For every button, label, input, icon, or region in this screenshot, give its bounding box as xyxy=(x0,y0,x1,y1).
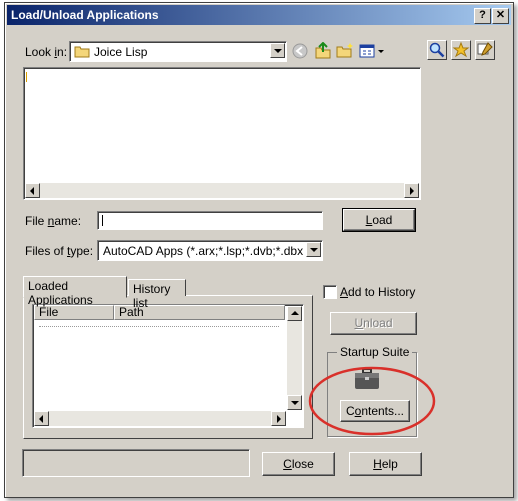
look-in-combo[interactable]: Joice Lisp xyxy=(69,41,287,62)
file-browser-list[interactable] xyxy=(23,67,421,200)
load-unload-dialog: Load/Unload Applications ? ✕ Look in: Jo… xyxy=(4,2,514,498)
list-scroll-left-arrow[interactable] xyxy=(34,411,49,426)
title-bar: Load/Unload Applications ? ✕ xyxy=(7,5,511,25)
look-in-label: Look in: xyxy=(25,45,68,59)
close-button[interactable]: Close xyxy=(262,452,335,476)
files-of-type-value: AutoCAD Apps (*.arx;*.lsp;*.dvb;*.dbx;*.… xyxy=(103,244,304,258)
text-cursor xyxy=(102,215,103,226)
files-of-type-combo[interactable]: AutoCAD Apps (*.arx;*.lsp;*.dvb;*.dbx;*.… xyxy=(97,240,323,261)
scroll-left-arrow[interactable] xyxy=(25,183,40,198)
focus-marker xyxy=(26,72,27,82)
new-folder-icon[interactable] xyxy=(336,43,354,62)
list-horizontal-scrollbar[interactable] xyxy=(34,411,286,426)
favorites-icon[interactable] xyxy=(451,40,471,60)
list-row-fragment xyxy=(39,326,279,328)
tab-loaded-applications-label: Loaded Applications xyxy=(28,279,93,307)
views-icon[interactable] xyxy=(359,43,385,62)
list-vertical-scrollbar[interactable] xyxy=(287,306,302,410)
files-of-type-dropdown-arrow[interactable] xyxy=(306,242,321,257)
tab-panel: File Path xyxy=(23,295,313,439)
folder-icon xyxy=(74,45,90,61)
search-icon[interactable] xyxy=(427,40,447,60)
load-button[interactable]: Load xyxy=(342,208,416,232)
files-of-type-label: Files of type: xyxy=(25,244,94,258)
highlight-ellipse xyxy=(307,365,437,440)
column-header-file[interactable]: File xyxy=(34,305,114,320)
add-to-history-label: Add to History xyxy=(340,285,416,299)
tab-loaded-applications[interactable]: Loaded Applications xyxy=(23,276,127,307)
window-title: Load/Unload Applications xyxy=(11,8,159,22)
close-title-button[interactable]: ✕ xyxy=(492,8,509,24)
list-scroll-right-arrow[interactable] xyxy=(271,411,286,426)
tools-icon[interactable] xyxy=(475,40,495,60)
unload-button[interactable]: Unload xyxy=(330,312,417,335)
status-box xyxy=(22,449,250,477)
startup-suite-title: Startup Suite xyxy=(337,345,413,359)
look-in-dropdown-arrow[interactable] xyxy=(270,43,285,58)
tab-history-list[interactable]: History list xyxy=(128,279,186,310)
loaded-applications-list[interactable]: File Path xyxy=(32,304,304,428)
look-in-value: Joice Lisp xyxy=(94,45,148,59)
file-name-label: File name: xyxy=(25,214,82,228)
scroll-up-arrow[interactable] xyxy=(287,306,302,321)
file-name-field[interactable] xyxy=(97,211,323,230)
help-title-button[interactable]: ? xyxy=(474,8,491,24)
help-button[interactable]: Help xyxy=(349,452,422,476)
add-to-history-checkbox[interactable] xyxy=(323,285,337,299)
scroll-down-arrow[interactable] xyxy=(287,395,302,410)
up-folder-icon[interactable] xyxy=(314,41,332,63)
back-icon[interactable] xyxy=(292,43,308,62)
scroll-right-arrow[interactable] xyxy=(404,183,419,198)
file-list-horizontal-scrollbar[interactable] xyxy=(25,183,419,198)
